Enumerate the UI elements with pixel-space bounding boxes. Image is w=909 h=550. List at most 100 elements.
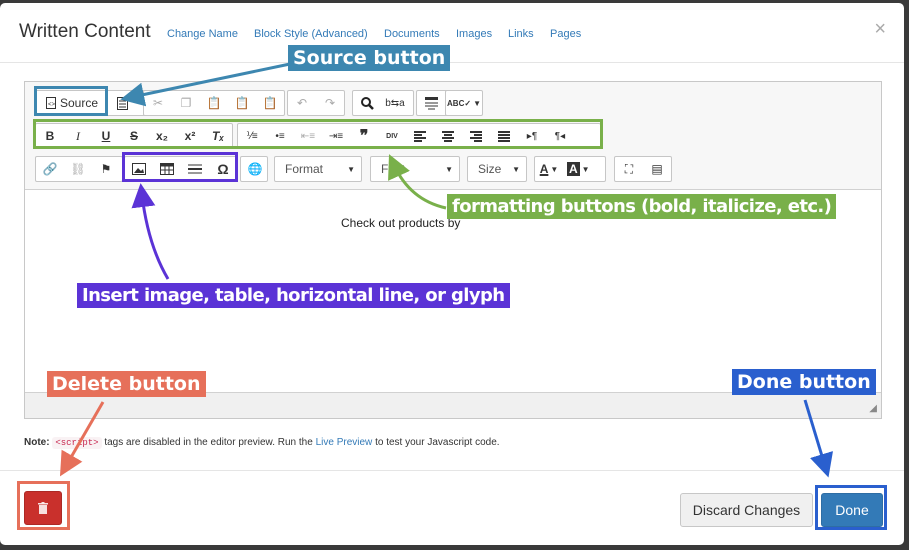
justify-icon xyxy=(498,130,510,142)
underline-icon: U xyxy=(101,129,111,143)
paste-text-button[interactable]: 📋 xyxy=(228,91,256,115)
copy-button[interactable]: ❐ xyxy=(172,91,200,115)
ltr-button[interactable]: ▸¶ xyxy=(518,124,546,148)
align-left-icon xyxy=(414,130,426,142)
insert-horizontal-line-button[interactable] xyxy=(181,157,209,181)
image-icon xyxy=(132,163,146,175)
paste-word-button[interactable]: 📋 xyxy=(256,91,284,115)
show-blocks-button[interactable]: ▤ xyxy=(643,157,671,181)
insert-special-char-button[interactable]: Ω xyxy=(209,157,237,181)
done-button[interactable]: Done xyxy=(821,493,883,527)
size-dropdown[interactable]: Size ▼ xyxy=(467,156,527,182)
select-all-icon xyxy=(424,96,438,109)
superscript-button[interactable]: x² xyxy=(176,124,204,148)
background-color-button[interactable]: A ▼ xyxy=(563,157,594,181)
italic-button[interactable]: I xyxy=(64,124,92,148)
omega-icon: Ω xyxy=(217,161,229,177)
trash-icon xyxy=(38,502,48,514)
background-color-icon: A xyxy=(567,162,580,176)
documents-link[interactable]: Documents xyxy=(384,28,440,40)
font-dropdown[interactable]: Font ▼ xyxy=(370,156,460,182)
strikethrough-icon: S xyxy=(129,129,138,143)
rtl-button[interactable]: ¶◂ xyxy=(546,124,574,148)
chevron-down-icon: ▼ xyxy=(512,164,520,174)
create-div-button[interactable]: DIV xyxy=(378,124,406,148)
paste-button[interactable]: 📋 xyxy=(200,91,228,115)
chevron-down-icon: ▼ xyxy=(581,164,590,174)
change-name-link[interactable]: Change Name xyxy=(167,28,238,40)
underline-button[interactable]: U xyxy=(92,124,120,148)
note-code: <script> xyxy=(52,437,102,449)
remove-format-button[interactable]: Tₓ xyxy=(204,124,232,148)
iframe-button[interactable]: 🌐 xyxy=(241,157,269,181)
bold-button[interactable]: B xyxy=(36,124,64,148)
redo-icon: ↷ xyxy=(324,96,336,110)
size-dropdown-label: Size xyxy=(478,162,502,176)
editor-content-text: Check out products by xyxy=(341,216,461,230)
close-icon[interactable]: × xyxy=(874,18,886,41)
insert-image-button[interactable] xyxy=(125,157,153,181)
div-icon: DIV xyxy=(386,132,398,140)
horizontal-line-icon xyxy=(188,164,202,174)
undo-button[interactable]: ↶ xyxy=(288,91,316,115)
subscript-button[interactable]: x₂ xyxy=(148,124,176,148)
toolbar-group-paragraph: ⅟≡ •≡ ⇤≡ ⇥≡ ❞ DIV ▸¶ ¶◂ xyxy=(237,123,601,149)
rtl-icon: ¶◂ xyxy=(554,130,566,142)
text-color-button[interactable]: A ▼ xyxy=(535,157,563,181)
delete-button[interactable] xyxy=(24,491,62,525)
done-callout-label: Done button xyxy=(732,369,876,395)
spellcheck-button[interactable]: ABC✓ ▼ xyxy=(446,91,482,115)
align-right-button[interactable] xyxy=(462,124,490,148)
toolbar-group-insert: Ω xyxy=(124,156,238,182)
numbered-list-button[interactable]: ⅟≡ xyxy=(238,124,266,148)
indent-icon: ⇥≡ xyxy=(328,130,344,142)
source-button-label: Source xyxy=(59,96,99,110)
maximize-button[interactable]: ⛶ xyxy=(615,157,643,181)
block-style-link[interactable]: Block Style (Advanced) xyxy=(254,28,368,40)
strikethrough-button[interactable]: S xyxy=(120,124,148,148)
text-color-icon: A xyxy=(539,162,549,176)
select-all-button[interactable] xyxy=(417,91,445,115)
toolbar-group-iframe: 🌐 xyxy=(240,156,268,182)
source-icon: <> xyxy=(45,97,56,109)
templates-button[interactable] xyxy=(108,91,136,115)
scissors-icon: ✂ xyxy=(152,96,164,110)
outdent-button[interactable]: ⇤≡ xyxy=(294,124,322,148)
modal-title: Written Content xyxy=(19,21,151,42)
delete-callout-label: Delete button xyxy=(47,371,206,397)
align-left-button[interactable] xyxy=(406,124,434,148)
bold-icon: B xyxy=(45,129,55,143)
replace-button[interactable]: b⇆a xyxy=(381,91,409,115)
links-link[interactable]: Links xyxy=(508,28,534,40)
insert-table-button[interactable] xyxy=(153,157,181,181)
find-button[interactable] xyxy=(353,91,381,115)
discard-changes-button[interactable]: Discard Changes xyxy=(680,493,813,527)
unlink-icon: ⛓ xyxy=(70,162,86,176)
redo-button[interactable]: ↷ xyxy=(316,91,344,115)
justify-button[interactable] xyxy=(490,124,518,148)
toolbar-group-spell: ABC✓ ▼ xyxy=(445,90,483,116)
insert-callout-label: Insert image, table, horizontal line, or… xyxy=(77,283,510,308)
link-icon: 🔗 xyxy=(42,162,58,176)
live-preview-link[interactable]: Live Preview xyxy=(316,437,373,448)
cut-button[interactable]: ✂ xyxy=(144,91,172,115)
written-content-modal: Written Content Change Name Block Style … xyxy=(0,3,904,545)
format-dropdown[interactable]: Format ▼ xyxy=(274,156,362,182)
align-center-button[interactable] xyxy=(434,124,462,148)
source-button[interactable]: <> Source xyxy=(36,91,108,115)
unlink-button[interactable]: ⛓ xyxy=(64,157,92,181)
blockquote-button[interactable]: ❞ xyxy=(350,124,378,148)
anchor-button[interactable]: ⚑ xyxy=(92,157,120,181)
document-icon xyxy=(116,96,128,110)
images-link[interactable]: Images xyxy=(456,28,492,40)
pages-link[interactable]: Pages xyxy=(550,28,581,40)
align-right-icon xyxy=(470,130,482,142)
resize-grip-icon[interactable]: ◢ xyxy=(869,403,877,414)
align-center-icon xyxy=(442,130,454,142)
link-button[interactable]: 🔗 xyxy=(36,157,64,181)
bulleted-list-button[interactable]: •≡ xyxy=(266,124,294,148)
toolbar-group-find: b⇆a xyxy=(352,90,414,116)
chevron-down-icon: ▼ xyxy=(347,164,355,174)
remove-format-icon: Tₓ xyxy=(211,129,225,143)
indent-button[interactable]: ⇥≡ xyxy=(322,124,350,148)
